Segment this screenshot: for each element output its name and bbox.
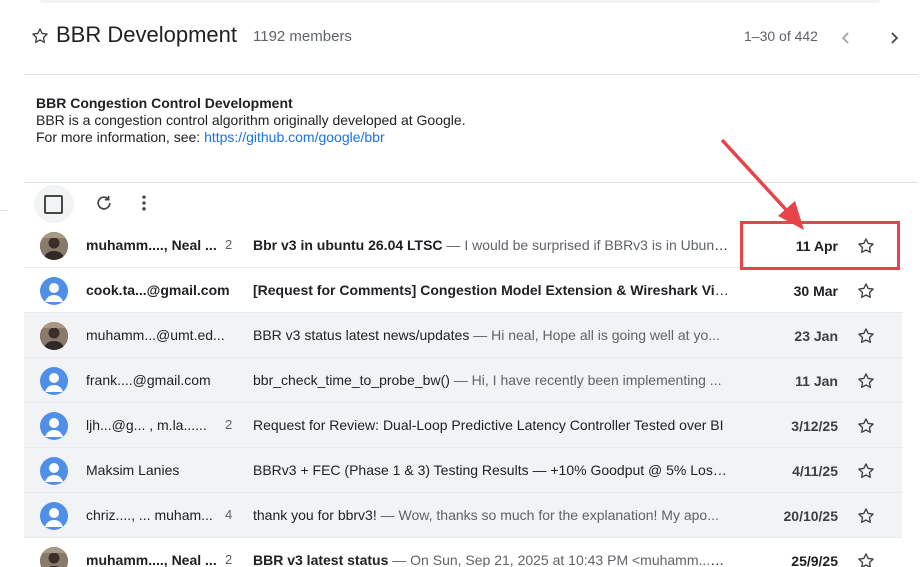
avatar: [40, 232, 68, 260]
thread-subject: BBR v3 status latest news/updates: [253, 327, 470, 343]
more-vert-icon[interactable]: [134, 193, 154, 213]
select-all-checkbox[interactable]: [34, 185, 74, 223]
thread-row[interactable]: frank....@gmail.com bbr_check_time_to_pro…: [24, 358, 902, 403]
thread-subject: Bbr v3 in ubuntu 26.04 LTSC: [253, 237, 443, 253]
thread-snippet: — Hi, I have recently been implementing …: [449, 372, 722, 388]
thread-date: 3/12/25: [791, 418, 838, 434]
thread-row[interactable]: chriz...., ... muham... 4 thank you for bb…: [24, 493, 902, 538]
refresh-icon[interactable]: [94, 193, 114, 213]
thread-content: Request for Review: Dual-Loop Predictive…: [253, 417, 729, 433]
thread-date: 30 Mar: [793, 283, 838, 299]
annotation-arrow-icon: [720, 138, 804, 230]
divider: [24, 74, 918, 75]
thread-subject: BBR v3 latest status: [253, 552, 389, 567]
thread-date: 4/11/25: [792, 463, 838, 479]
thread-content: BBR v3 status latest news/updates — Hi n…: [253, 327, 729, 343]
thread-snippet: — Hi neal, Hope all is going well at yo.…: [469, 327, 720, 343]
thread-row[interactable]: Maksim Lanies BBRv3 + FEC (Phase 1 & 3) T…: [24, 448, 902, 493]
thread-row[interactable]: muhamm...., Neal ... 2 BBR v3 latest statu…: [24, 538, 902, 567]
github-link[interactable]: https://github.com/google/bbr: [204, 129, 385, 145]
thread-sender: frank....@gmail.com: [86, 372, 211, 388]
thread-subject: bbr_check_time_to_probe_bw(): [253, 372, 450, 388]
thread-snippet: — On Sun, Sep 21, 2025 at 10:43 PM <muha…: [388, 552, 729, 567]
member-count[interactable]: 1192 members: [253, 28, 352, 45]
thread-date: 23 Jan: [794, 328, 838, 344]
thread-subject: BBRv3 + FEC (Phase 1 & 3) Testing Result…: [253, 462, 729, 478]
thread-row[interactable]: muhamm...@umt.ed... BBR v3 status latest …: [24, 313, 902, 358]
group-about: BBR Congestion Control Development BBR i…: [36, 95, 466, 146]
favorite-star-icon[interactable]: [30, 26, 50, 46]
star-icon[interactable]: [856, 506, 876, 526]
person-icon: [40, 412, 68, 440]
thread-message-count: 2: [225, 237, 233, 252]
chevron-right-icon[interactable]: [884, 28, 904, 48]
thread-row[interactable]: cook.ta...@gmail.com [Request for Comment…: [24, 268, 902, 313]
about-more-info-label: For more information, see:: [36, 129, 205, 145]
person-icon: [40, 457, 68, 485]
star-icon[interactable]: [856, 326, 876, 346]
avatar: [40, 322, 68, 350]
about-more-info: For more information, see: https://githu…: [36, 129, 466, 146]
star-icon[interactable]: [856, 461, 876, 481]
thread-date: 20/10/25: [783, 508, 839, 524]
thread-content: BBR v3 latest status — On Sun, Sep 21, 2…: [253, 552, 729, 567]
thread-snippet: — I would be surprised if BBRv3 is in Ub…: [442, 237, 729, 253]
thread-date: 25/9/25: [791, 553, 838, 567]
thread-sender: Maksim Lanies: [86, 462, 180, 478]
person-icon: [40, 502, 68, 530]
thread-content: BBRv3 + FEC (Phase 1 & 3) Testing Result…: [253, 462, 729, 478]
thread-subject: Request for Review: Dual-Loop Predictive…: [253, 417, 724, 433]
thread-content: Bbr v3 in ubuntu 26.04 LTSC — I would be…: [253, 237, 729, 253]
about-description: BBR is a congestion control algorithm or…: [36, 112, 466, 128]
thread-list: muhamm...., Neal ... 2 Bbr v3 in ubuntu 26…: [24, 223, 902, 567]
thread-subject: [Request for Comments] Congestion Model …: [253, 282, 729, 298]
checkbox-icon: [44, 195, 63, 214]
thread-content: [Request for Comments] Congestion Model …: [253, 282, 729, 298]
divider: [0, 210, 8, 211]
pagination-range: 1–30 of 442: [744, 28, 818, 44]
thread-snippet: — Wow, thanks so much for the explanatio…: [376, 507, 719, 523]
thread-message-count: 4: [225, 507, 233, 522]
thread-sender: muhamm...@umt.ed...: [86, 327, 225, 343]
thread-subject: thank you for bbrv3!: [253, 507, 377, 523]
chevron-left-icon[interactable]: [836, 28, 856, 48]
thread-content: thank you for bbrv3! — Wow, thanks so mu…: [253, 507, 729, 523]
person-icon: [40, 277, 68, 305]
thread-content: bbr_check_time_to_probe_bw() — Hi, I hav…: [253, 372, 729, 388]
star-icon[interactable]: [856, 551, 876, 567]
star-icon[interactable]: [856, 281, 876, 301]
avatar: [40, 547, 68, 567]
top-shadow: [40, 0, 880, 3]
thread-message-count: 2: [225, 417, 233, 432]
person-icon: [40, 367, 68, 395]
thread-sender: chriz...., ... muham...: [86, 507, 213, 523]
thread-sender: muhamm...., Neal ...: [86, 552, 217, 567]
thread-row[interactable]: ljh...@g... , m.la...... 2 Request for Rev…: [24, 403, 902, 448]
star-icon[interactable]: [856, 371, 876, 391]
about-title: BBR Congestion Control Development: [36, 95, 293, 111]
thread-date: 11 Jan: [795, 373, 838, 389]
group-header: BBR Development 1192 members 1–30 of 442: [24, 14, 918, 60]
thread-sender: ljh...@g... , m.la......: [86, 417, 207, 433]
star-icon[interactable]: [856, 416, 876, 436]
page-title: BBR Development: [56, 22, 237, 47]
thread-sender: cook.ta...@gmail.com: [86, 282, 230, 298]
thread-message-count: 2: [225, 552, 233, 567]
thread-sender: muhamm...., Neal ...: [86, 237, 217, 253]
